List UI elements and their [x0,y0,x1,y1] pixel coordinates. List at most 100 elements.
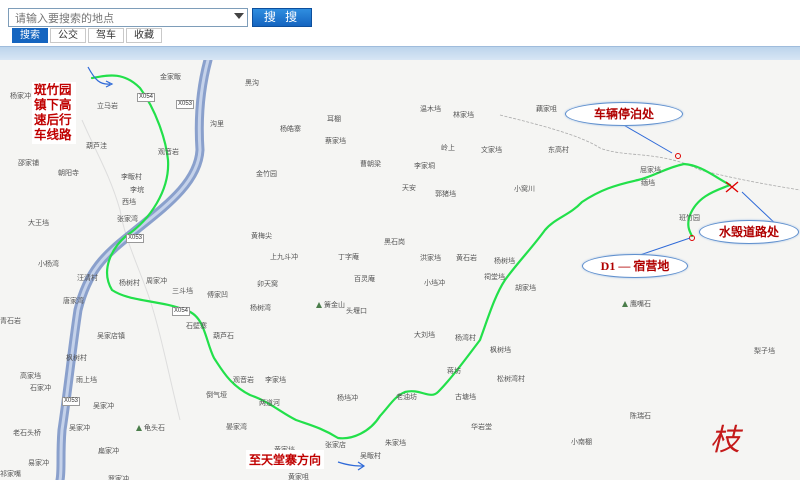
search-input[interactable] [9,10,225,28]
place-label: 石壁寨 [186,323,207,330]
place-label: 古塘垱 [455,394,476,401]
place-label: 蔡家垱 [325,138,346,145]
place-label: 杨树垱 [494,258,515,265]
place-label: 老石头桥 [13,430,41,437]
search-button[interactable]: 搜 搜 [252,8,312,27]
mountain-label: 龟头石 [136,423,165,433]
place-label: 吴家冲 [69,425,90,432]
place-label: 郭猪垱 [435,191,456,198]
place-label: 倒气垭 [206,392,227,399]
place-label: 祠堂垱 [484,274,505,281]
place-label: 黄梅尖 [251,233,272,240]
mountain-name: 簧金山 [324,302,345,309]
place-label: 林家垱 [453,112,474,119]
place-label: 大王垱 [28,220,49,227]
place-label: 吴家冲 [93,403,114,410]
place-label: 立马岩 [97,103,118,110]
place-label: 小垱冲 [424,280,445,287]
place-label: 小南棚 [571,439,592,446]
road-number-label: X054 [172,307,191,316]
place-label: 晏家湾 [226,424,247,431]
road-number-label: X053 [126,234,145,243]
place-label: 小窝川 [514,186,535,193]
tab-favorites[interactable]: 收藏 [126,28,162,43]
road-destroyed-callout: 水毁道路处 [699,220,799,244]
place-label: 屈家垱 [640,167,661,174]
place-label: 杨湾村 [455,335,476,342]
logo-glyph-icon: 枝 [710,423,740,458]
place-label: 张家湾 [117,216,138,223]
place-label: 华岩堂 [471,424,492,431]
place-label: 高家垱 [20,373,41,380]
direction-label: 至天堂寨方向 [246,450,325,469]
place-label: 大刘垱 [414,332,435,339]
place-label: 杨皓寨 [280,126,301,133]
place-label: 朱家垱 [385,440,406,447]
mountain-name: 龟头石 [144,425,165,432]
mountain-peak-icon [622,301,628,307]
place-label: 卯天窝 [257,281,278,288]
river-inner [58,60,210,480]
place-label: 汪清村 [77,275,98,282]
place-label: 杨家冲 [10,93,31,100]
map-canvas[interactable]: 金家畈 黑沟 杨家冲 立马岩 藕家咀 温木垱 林家垱 耳棚 沟里 杨皓寨 蔡家垱 葫芦洼 岭上 文家垱 东高… [0,60,800,480]
place-label: 班竹园 [679,215,700,222]
place-label: 头堰口 [346,308,367,315]
place-label: 李畈村 [121,174,142,181]
place-label: 藕家咀 [536,106,557,113]
place-label: 李垸 [130,187,144,194]
place-label: 胡家垱 [515,285,536,292]
place-label: 金竹园 [256,171,277,178]
place-label: 杨树湾 [250,305,271,312]
place-label: 观音岩 [233,377,254,384]
place-label: 耳棚 [327,116,341,123]
place-label: 上九斗冲 [270,254,298,261]
place-label: 天安 [402,185,416,192]
mountain-label: 簧金山 [316,300,345,310]
tab-search[interactable]: 搜索 [12,28,48,43]
place-label: 洪家垱 [420,255,441,262]
road-number-label: X053 [62,397,81,406]
place-label: 葫芦石 [213,333,234,340]
place-label: 枫树垱 [490,347,511,354]
tab-bus[interactable]: 公交 [50,28,86,43]
place-label: 金家畈 [160,74,181,81]
mountain-peak-icon [316,302,322,308]
place-label: 罗家冲 [108,476,129,480]
place-label: 吴家店镇 [97,333,125,340]
place-label: 梨子垱 [754,348,775,355]
mountain-label: 鹰嘴石 [622,299,651,309]
place-label: 黑石岗 [384,239,405,246]
place-label: 沟里 [210,121,224,128]
place-label: 黑沟 [245,80,259,87]
road-number-label: X054 [137,93,156,102]
place-label: 岭上 [441,145,455,152]
place-label: 周家冲 [146,278,167,285]
place-label: 扁家冲 [98,448,119,455]
place-label: 三斗垱 [172,288,193,295]
place-label: 缅垱 [641,180,655,187]
tab-drive[interactable]: 驾车 [88,28,124,43]
pointer-arrow [639,237,691,256]
mountain-name: 鹰嘴石 [630,301,651,308]
place-label: 青石岩 [0,318,21,325]
river [55,60,213,480]
search-tabs: 搜索 公交 驾车 收藏 [12,28,164,43]
place-label: 易家冲 [28,460,49,467]
place-label: 雨上垱 [76,377,97,384]
place-label: 陈瑞石 [630,413,651,420]
place-label: 曹朝梁 [360,161,381,168]
place-label: 唐家湾 [63,298,84,305]
place-label: 小杨湾 [38,261,59,268]
place-label: 东高村 [548,147,569,154]
place-label: 祁家嘴 [0,471,21,478]
place-label: 枫树村 [66,355,87,362]
place-label: 松树湾村 [497,376,525,383]
route-title-label: 斑竹园镇下高速后行车线路 [32,82,76,144]
search-box[interactable] [8,8,248,28]
dropdown-arrow-icon[interactable] [234,13,244,19]
place-label: 文家垱 [481,147,502,154]
place-label: 黄石岩 [456,255,477,262]
place-label: 张家店 [325,442,346,449]
place-label: 百灵庵 [354,276,375,283]
